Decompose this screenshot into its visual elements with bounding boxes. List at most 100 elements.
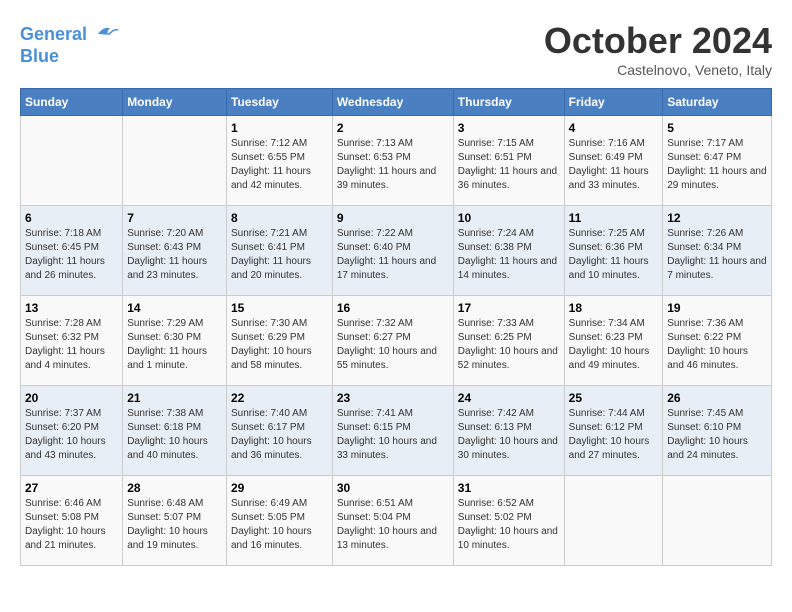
- location: Castelnovo, Veneto, Italy: [544, 62, 772, 78]
- month-title: October 2024: [544, 20, 772, 62]
- calendar-cell: 12 Sunrise: 7:26 AM Sunset: 6:34 PM Dayli…: [663, 206, 772, 296]
- day-number: 2: [337, 121, 449, 135]
- day-number: 30: [337, 481, 449, 495]
- day-number: 18: [569, 301, 659, 315]
- calendar-cell: 17Sunrise: 7:33 AM Sunset: 6:25 PM Dayli…: [453, 296, 564, 386]
- day-header-thursday: Thursday: [453, 89, 564, 116]
- day-number: 27: [25, 481, 118, 495]
- day-number: 4: [569, 121, 659, 135]
- day-info: Sunrise: 7:36 AM Sunset: 6:22 PM Dayligh…: [667, 317, 767, 373]
- day-info: Sunrise: 6:51 AM Sunset: 5:04 PM Dayligh…: [337, 497, 449, 553]
- day-info: Sunrise: 7:20 AM Sunset: 6:43 PM Dayligh…: [127, 227, 222, 283]
- day-info: Sunrise: 7:18 AM Sunset: 6:45 PM Dayligh…: [25, 227, 118, 283]
- calendar-cell: 29 Sunrise: 6:49 AM Sunset: 5:05 PM Dayli…: [227, 476, 333, 566]
- calendar-cell: [123, 116, 227, 206]
- calendar-cell: 22 Sunrise: 7:40 AM Sunset: 6:17 PM Dayli…: [227, 386, 333, 476]
- day-header-friday: Friday: [564, 89, 663, 116]
- day-number: 11: [569, 211, 659, 225]
- day-number: 3: [458, 121, 560, 135]
- day-info: Sunrise: 7:40 AM Sunset: 6:17 PM Dayligh…: [231, 407, 328, 463]
- day-number: 17: [458, 301, 560, 315]
- day-info: Sunrise: 7:44 AM Sunset: 6:12 PM Dayligh…: [569, 407, 659, 463]
- calendar-header-row: SundayMondayTuesdayWednesdayThursdayFrid…: [21, 89, 772, 116]
- day-number: 22: [231, 391, 328, 405]
- calendar-cell: 24 Sunrise: 7:42 AM Sunset: 6:13 PM Dayli…: [453, 386, 564, 476]
- calendar-cell: 25 Sunrise: 7:44 AM Sunset: 6:12 PM Dayli…: [564, 386, 663, 476]
- calendar-cell: 3 Sunrise: 7:15 AM Sunset: 6:51 PM Daylig…: [453, 116, 564, 206]
- day-info: Sunrise: 7:38 AM Sunset: 6:18 PM Dayligh…: [127, 407, 222, 463]
- day-info: Sunrise: 6:52 AM Sunset: 5:02 PM Dayligh…: [458, 497, 560, 553]
- calendar-cell: 18 Sunrise: 7:34 AM Sunset: 6:23 PM Dayli…: [564, 296, 663, 386]
- calendar-cell: 1 Sunrise: 7:12 AM Sunset: 6:55 PM Daylig…: [227, 116, 333, 206]
- day-header-wednesday: Wednesday: [332, 89, 453, 116]
- day-header-saturday: Saturday: [663, 89, 772, 116]
- day-info: Sunrise: 6:49 AM Sunset: 5:05 PM Dayligh…: [231, 497, 328, 553]
- day-info: Sunrise: 6:48 AM Sunset: 5:07 PM Dayligh…: [127, 497, 222, 553]
- calendar-cell: 6 Sunrise: 7:18 AM Sunset: 6:45 PM Daylig…: [21, 206, 123, 296]
- calendar-week-row: 27Sunrise: 6:46 AM Sunset: 5:08 PM Dayli…: [21, 476, 772, 566]
- day-info: Sunrise: 7:25 AM Sunset: 6:36 PM Dayligh…: [569, 227, 659, 283]
- day-header-tuesday: Tuesday: [227, 89, 333, 116]
- day-number: 21: [127, 391, 222, 405]
- calendar-cell: 16 Sunrise: 7:32 AM Sunset: 6:27 PM Dayli…: [332, 296, 453, 386]
- calendar-cell: 19 Sunrise: 7:36 AM Sunset: 6:22 PM Dayli…: [663, 296, 772, 386]
- day-number: 23: [337, 391, 449, 405]
- logo-general: General: [20, 24, 87, 44]
- calendar-week-row: 13 Sunrise: 7:28 AM Sunset: 6:32 PM Dayli…: [21, 296, 772, 386]
- day-info: Sunrise: 7:13 AM Sunset: 6:53 PM Dayligh…: [337, 137, 449, 193]
- day-number: 6: [25, 211, 118, 225]
- logo: General Blue: [20, 20, 118, 67]
- day-info: Sunrise: 7:37 AM Sunset: 6:20 PM Dayligh…: [25, 407, 118, 463]
- calendar-cell: 20Sunrise: 7:37 AM Sunset: 6:20 PM Dayli…: [21, 386, 123, 476]
- day-number: 1: [231, 121, 328, 135]
- day-number: 29: [231, 481, 328, 495]
- day-info: Sunrise: 7:17 AM Sunset: 6:47 PM Dayligh…: [667, 137, 767, 193]
- day-number: 19: [667, 301, 767, 315]
- day-number: 15: [231, 301, 328, 315]
- calendar-cell: 30 Sunrise: 6:51 AM Sunset: 5:04 PM Dayli…: [332, 476, 453, 566]
- day-number: 26: [667, 391, 767, 405]
- day-number: 8: [231, 211, 328, 225]
- day-info: Sunrise: 7:21 AM Sunset: 6:41 PM Dayligh…: [231, 227, 328, 283]
- calendar-cell: 15 Sunrise: 7:30 AM Sunset: 6:29 PM Dayli…: [227, 296, 333, 386]
- calendar-cell: 5 Sunrise: 7:17 AM Sunset: 6:47 PM Daylig…: [663, 116, 772, 206]
- calendar-week-row: 6 Sunrise: 7:18 AM Sunset: 6:45 PM Daylig…: [21, 206, 772, 296]
- day-info: Sunrise: 7:34 AM Sunset: 6:23 PM Dayligh…: [569, 317, 659, 373]
- calendar-cell: 27Sunrise: 6:46 AM Sunset: 5:08 PM Dayli…: [21, 476, 123, 566]
- day-info: Sunrise: 7:26 AM Sunset: 6:34 PM Dayligh…: [667, 227, 767, 283]
- day-number: 16: [337, 301, 449, 315]
- day-info: Sunrise: 7:30 AM Sunset: 6:29 PM Dayligh…: [231, 317, 328, 373]
- day-info: Sunrise: 7:45 AM Sunset: 6:10 PM Dayligh…: [667, 407, 767, 463]
- calendar-cell: 9Sunrise: 7:22 AM Sunset: 6:40 PM Daylig…: [332, 206, 453, 296]
- day-number: 7: [127, 211, 222, 225]
- logo-text: General: [20, 20, 118, 46]
- day-number: 24: [458, 391, 560, 405]
- page-header: General Blue October 2024 Castelnovo, Ve…: [20, 20, 772, 78]
- calendar-cell: 21 Sunrise: 7:38 AM Sunset: 6:18 PM Dayli…: [123, 386, 227, 476]
- day-header-monday: Monday: [123, 89, 227, 116]
- day-number: 14: [127, 301, 222, 315]
- day-info: Sunrise: 7:28 AM Sunset: 6:32 PM Dayligh…: [25, 317, 118, 373]
- calendar-cell: [663, 476, 772, 566]
- day-number: 12: [667, 211, 767, 225]
- calendar-cell: 23Sunrise: 7:41 AM Sunset: 6:15 PM Dayli…: [332, 386, 453, 476]
- calendar-week-row: 1 Sunrise: 7:12 AM Sunset: 6:55 PM Daylig…: [21, 116, 772, 206]
- calendar-cell: [21, 116, 123, 206]
- title-section: October 2024 Castelnovo, Veneto, Italy: [544, 20, 772, 78]
- day-info: Sunrise: 7:16 AM Sunset: 6:49 PM Dayligh…: [569, 137, 659, 193]
- day-info: Sunrise: 7:42 AM Sunset: 6:13 PM Dayligh…: [458, 407, 560, 463]
- day-info: Sunrise: 7:15 AM Sunset: 6:51 PM Dayligh…: [458, 137, 560, 193]
- logo-bird-icon: [94, 20, 118, 40]
- day-number: 5: [667, 121, 767, 135]
- day-number: 10: [458, 211, 560, 225]
- calendar-cell: 2 Sunrise: 7:13 AM Sunset: 6:53 PM Daylig…: [332, 116, 453, 206]
- day-number: 25: [569, 391, 659, 405]
- day-info: Sunrise: 7:12 AM Sunset: 6:55 PM Dayligh…: [231, 137, 328, 193]
- calendar-week-row: 20Sunrise: 7:37 AM Sunset: 6:20 PM Dayli…: [21, 386, 772, 476]
- calendar-cell: 11 Sunrise: 7:25 AM Sunset: 6:36 PM Dayli…: [564, 206, 663, 296]
- day-info: Sunrise: 7:29 AM Sunset: 6:30 PM Dayligh…: [127, 317, 222, 373]
- logo-blue: Blue: [20, 46, 118, 68]
- calendar-cell: 7 Sunrise: 7:20 AM Sunset: 6:43 PM Daylig…: [123, 206, 227, 296]
- day-number: 13: [25, 301, 118, 315]
- day-info: Sunrise: 7:32 AM Sunset: 6:27 PM Dayligh…: [337, 317, 449, 373]
